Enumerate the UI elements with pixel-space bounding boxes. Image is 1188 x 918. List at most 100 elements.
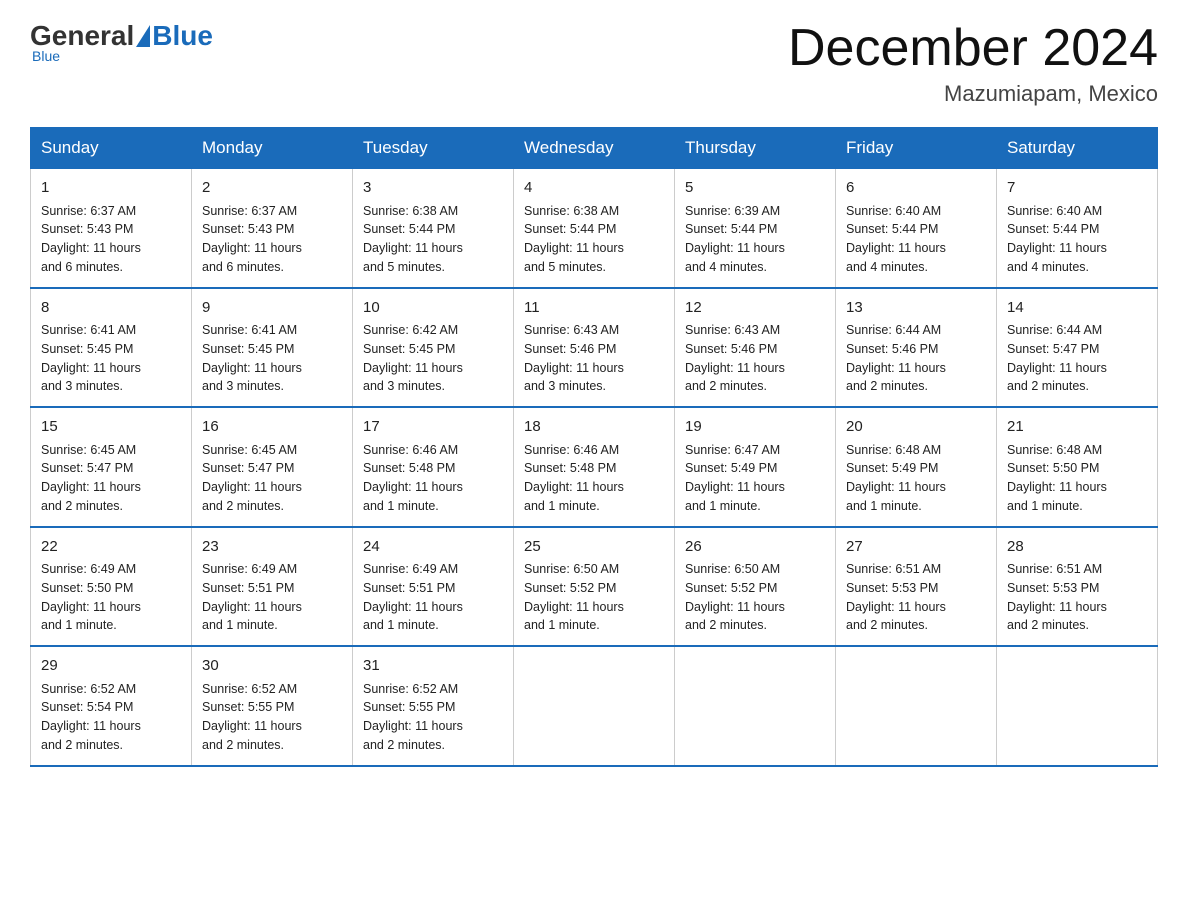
- calendar-cell: 23Sunrise: 6:49 AMSunset: 5:51 PMDayligh…: [192, 527, 353, 647]
- day-number: 5: [685, 177, 825, 200]
- day-number: 27: [846, 536, 986, 559]
- calendar-cell: [675, 646, 836, 766]
- day-number: 3: [363, 177, 503, 200]
- day-number: 14: [1007, 297, 1147, 320]
- calendar-cell: 12Sunrise: 6:43 AMSunset: 5:46 PMDayligh…: [675, 288, 836, 408]
- day-number: 10: [363, 297, 503, 320]
- calendar-cell: 28Sunrise: 6:51 AMSunset: 5:53 PMDayligh…: [997, 527, 1158, 647]
- day-info: Sunrise: 6:37 AMSunset: 5:43 PMDaylight:…: [202, 202, 342, 277]
- calendar-cell: 8Sunrise: 6:41 AMSunset: 5:45 PMDaylight…: [31, 288, 192, 408]
- day-info: Sunrise: 6:45 AMSunset: 5:47 PMDaylight:…: [202, 441, 342, 516]
- day-info: Sunrise: 6:40 AMSunset: 5:44 PMDaylight:…: [846, 202, 986, 277]
- calendar-cell: 9Sunrise: 6:41 AMSunset: 5:45 PMDaylight…: [192, 288, 353, 408]
- day-number: 19: [685, 416, 825, 439]
- day-info: Sunrise: 6:38 AMSunset: 5:44 PMDaylight:…: [524, 202, 664, 277]
- day-number: 12: [685, 297, 825, 320]
- calendar-cell: 30Sunrise: 6:52 AMSunset: 5:55 PMDayligh…: [192, 646, 353, 766]
- day-info: Sunrise: 6:52 AMSunset: 5:55 PMDaylight:…: [202, 680, 342, 755]
- calendar-cell: 1Sunrise: 6:37 AMSunset: 5:43 PMDaylight…: [31, 169, 192, 288]
- day-info: Sunrise: 6:49 AMSunset: 5:51 PMDaylight:…: [363, 560, 503, 635]
- page-header: GeneralBlue Blue December 2024 Mazumiapa…: [30, 20, 1158, 107]
- calendar-header-wednesday: Wednesday: [514, 128, 675, 169]
- day-info: Sunrise: 6:42 AMSunset: 5:45 PMDaylight:…: [363, 321, 503, 396]
- calendar-cell: 22Sunrise: 6:49 AMSunset: 5:50 PMDayligh…: [31, 527, 192, 647]
- day-number: 23: [202, 536, 342, 559]
- day-info: Sunrise: 6:41 AMSunset: 5:45 PMDaylight:…: [41, 321, 181, 396]
- day-number: 20: [846, 416, 986, 439]
- day-number: 6: [846, 177, 986, 200]
- calendar-header-friday: Friday: [836, 128, 997, 169]
- calendar-header-saturday: Saturday: [997, 128, 1158, 169]
- month-title: December 2024: [788, 20, 1158, 77]
- calendar-week-row: 15Sunrise: 6:45 AMSunset: 5:47 PMDayligh…: [31, 407, 1158, 527]
- day-info: Sunrise: 6:51 AMSunset: 5:53 PMDaylight:…: [846, 560, 986, 635]
- day-info: Sunrise: 6:46 AMSunset: 5:48 PMDaylight:…: [524, 441, 664, 516]
- day-number: 29: [41, 655, 181, 678]
- day-info: Sunrise: 6:45 AMSunset: 5:47 PMDaylight:…: [41, 441, 181, 516]
- calendar-cell: 13Sunrise: 6:44 AMSunset: 5:46 PMDayligh…: [836, 288, 997, 408]
- day-info: Sunrise: 6:52 AMSunset: 5:54 PMDaylight:…: [41, 680, 181, 755]
- calendar-table: SundayMondayTuesdayWednesdayThursdayFrid…: [30, 127, 1158, 767]
- calendar-cell: 11Sunrise: 6:43 AMSunset: 5:46 PMDayligh…: [514, 288, 675, 408]
- calendar-cell: 19Sunrise: 6:47 AMSunset: 5:49 PMDayligh…: [675, 407, 836, 527]
- day-number: 24: [363, 536, 503, 559]
- title-section: December 2024 Mazumiapam, Mexico: [788, 20, 1158, 107]
- calendar-header-monday: Monday: [192, 128, 353, 169]
- calendar-cell: 26Sunrise: 6:50 AMSunset: 5:52 PMDayligh…: [675, 527, 836, 647]
- day-number: 22: [41, 536, 181, 559]
- logo-blue-text: Blue: [152, 20, 213, 52]
- calendar-cell: [836, 646, 997, 766]
- day-info: Sunrise: 6:46 AMSunset: 5:48 PMDaylight:…: [363, 441, 503, 516]
- day-info: Sunrise: 6:49 AMSunset: 5:50 PMDaylight:…: [41, 560, 181, 635]
- day-info: Sunrise: 6:48 AMSunset: 5:50 PMDaylight:…: [1007, 441, 1147, 516]
- day-info: Sunrise: 6:52 AMSunset: 5:55 PMDaylight:…: [363, 680, 503, 755]
- calendar-cell: 7Sunrise: 6:40 AMSunset: 5:44 PMDaylight…: [997, 169, 1158, 288]
- day-info: Sunrise: 6:51 AMSunset: 5:53 PMDaylight:…: [1007, 560, 1147, 635]
- calendar-cell: 17Sunrise: 6:46 AMSunset: 5:48 PMDayligh…: [353, 407, 514, 527]
- calendar-cell: 31Sunrise: 6:52 AMSunset: 5:55 PMDayligh…: [353, 646, 514, 766]
- day-info: Sunrise: 6:40 AMSunset: 5:44 PMDaylight:…: [1007, 202, 1147, 277]
- day-number: 31: [363, 655, 503, 678]
- day-number: 9: [202, 297, 342, 320]
- day-info: Sunrise: 6:50 AMSunset: 5:52 PMDaylight:…: [524, 560, 664, 635]
- calendar-cell: 5Sunrise: 6:39 AMSunset: 5:44 PMDaylight…: [675, 169, 836, 288]
- logo: GeneralBlue Blue: [30, 20, 213, 64]
- calendar-cell: 10Sunrise: 6:42 AMSunset: 5:45 PMDayligh…: [353, 288, 514, 408]
- logo-triangle-icon: [136, 25, 150, 47]
- calendar-cell: 16Sunrise: 6:45 AMSunset: 5:47 PMDayligh…: [192, 407, 353, 527]
- day-number: 13: [846, 297, 986, 320]
- calendar-cell: 27Sunrise: 6:51 AMSunset: 5:53 PMDayligh…: [836, 527, 997, 647]
- day-number: 7: [1007, 177, 1147, 200]
- day-number: 17: [363, 416, 503, 439]
- day-number: 15: [41, 416, 181, 439]
- day-info: Sunrise: 6:49 AMSunset: 5:51 PMDaylight:…: [202, 560, 342, 635]
- day-number: 8: [41, 297, 181, 320]
- calendar-cell: 3Sunrise: 6:38 AMSunset: 5:44 PMDaylight…: [353, 169, 514, 288]
- calendar-cell: 14Sunrise: 6:44 AMSunset: 5:47 PMDayligh…: [997, 288, 1158, 408]
- day-info: Sunrise: 6:44 AMSunset: 5:46 PMDaylight:…: [846, 321, 986, 396]
- day-number: 16: [202, 416, 342, 439]
- day-number: 26: [685, 536, 825, 559]
- day-number: 28: [1007, 536, 1147, 559]
- calendar-week-row: 1Sunrise: 6:37 AMSunset: 5:43 PMDaylight…: [31, 169, 1158, 288]
- day-info: Sunrise: 6:47 AMSunset: 5:49 PMDaylight:…: [685, 441, 825, 516]
- calendar-week-row: 22Sunrise: 6:49 AMSunset: 5:50 PMDayligh…: [31, 527, 1158, 647]
- calendar-week-row: 8Sunrise: 6:41 AMSunset: 5:45 PMDaylight…: [31, 288, 1158, 408]
- calendar-cell: 29Sunrise: 6:52 AMSunset: 5:54 PMDayligh…: [31, 646, 192, 766]
- day-number: 30: [202, 655, 342, 678]
- day-info: Sunrise: 6:44 AMSunset: 5:47 PMDaylight:…: [1007, 321, 1147, 396]
- calendar-header-thursday: Thursday: [675, 128, 836, 169]
- day-number: 1: [41, 177, 181, 200]
- day-number: 4: [524, 177, 664, 200]
- day-info: Sunrise: 6:50 AMSunset: 5:52 PMDaylight:…: [685, 560, 825, 635]
- day-info: Sunrise: 6:41 AMSunset: 5:45 PMDaylight:…: [202, 321, 342, 396]
- day-info: Sunrise: 6:43 AMSunset: 5:46 PMDaylight:…: [685, 321, 825, 396]
- day-number: 11: [524, 297, 664, 320]
- calendar-cell: 18Sunrise: 6:46 AMSunset: 5:48 PMDayligh…: [514, 407, 675, 527]
- calendar-header-row: SundayMondayTuesdayWednesdayThursdayFrid…: [31, 128, 1158, 169]
- day-number: 25: [524, 536, 664, 559]
- calendar-cell: 15Sunrise: 6:45 AMSunset: 5:47 PMDayligh…: [31, 407, 192, 527]
- day-info: Sunrise: 6:37 AMSunset: 5:43 PMDaylight:…: [41, 202, 181, 277]
- calendar-cell: [514, 646, 675, 766]
- calendar-cell: 4Sunrise: 6:38 AMSunset: 5:44 PMDaylight…: [514, 169, 675, 288]
